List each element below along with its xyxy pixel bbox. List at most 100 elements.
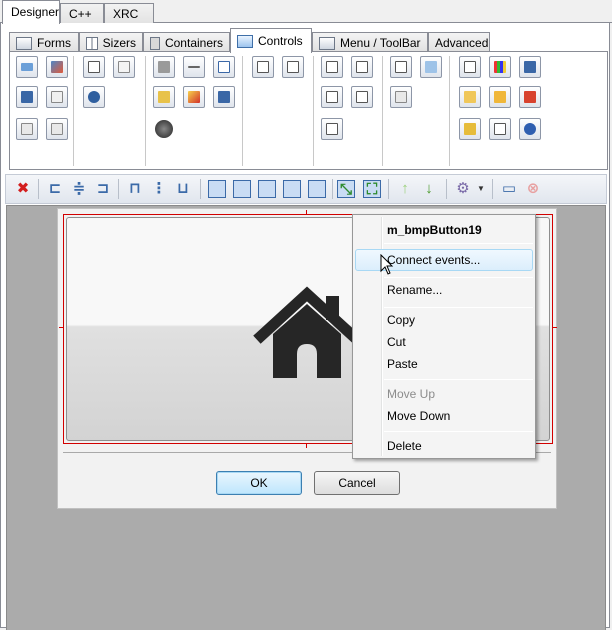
selection-mark	[59, 327, 64, 328]
align-right-icon[interactable]: ⊐	[94, 180, 112, 198]
menu-item-delete[interactable]: Delete	[387, 437, 422, 455]
radio-button-icon[interactable]	[83, 86, 105, 108]
toolbar-separator	[446, 179, 447, 199]
tab-menu-toolbar[interactable]: Menu / ToolBar	[312, 32, 428, 52]
static-bitmap-icon[interactable]	[183, 86, 205, 108]
menu-item-paste[interactable]: Paste	[387, 355, 418, 373]
static-text-abc-icon[interactable]	[16, 86, 38, 108]
palette-group-listboxes	[315, 56, 383, 166]
slider-icon[interactable]	[420, 56, 442, 78]
menu-separator	[384, 431, 533, 432]
animation-control-icon[interactable]	[153, 118, 175, 140]
ok-button[interactable]: OK	[216, 471, 302, 495]
generic-control-icon[interactable]	[489, 118, 511, 140]
align-top-icon[interactable]: ⊓	[126, 180, 144, 198]
check-list-box-icon[interactable]	[351, 56, 373, 78]
border-all-icon[interactable]	[208, 180, 226, 198]
menu-item-copy[interactable]: Copy	[387, 311, 415, 329]
file-picker-icon[interactable]	[459, 86, 481, 108]
gauge-icon[interactable]	[390, 56, 412, 78]
scroll-bar-icon[interactable]	[390, 86, 412, 108]
designer-toolbar: ✖ ⊏ ≑ ⊐ ⊓ ⋮ ⊔ ⤡ ⛶ ↑ ↓ ⚙ ▼ ▭ ⊗	[5, 174, 607, 204]
containers-icon	[150, 37, 160, 50]
palette-tab-bar: Forms Sizers Containers Controls Menu / …	[9, 28, 609, 53]
calendar-control-icon[interactable]	[459, 118, 481, 140]
spin-button-icon[interactable]	[16, 118, 38, 140]
static-text-icon[interactable]	[153, 56, 175, 78]
home-icon	[253, 286, 361, 378]
static-line-icon[interactable]	[183, 56, 205, 78]
dir-picker-icon[interactable]	[489, 86, 511, 108]
list-box-icon[interactable]	[321, 56, 343, 78]
expand-icon[interactable]: ⤡	[337, 180, 355, 198]
button-control-icon[interactable]	[16, 56, 38, 78]
palette-group-pickers	[451, 56, 605, 166]
tab-xrc[interactable]: XRC	[104, 3, 154, 23]
tab-cpp[interactable]: C++	[60, 3, 104, 23]
delete-icon[interactable]: ✖	[14, 180, 32, 198]
radio-box-icon[interactable]	[113, 56, 135, 78]
menu-item-cut[interactable]: Cut	[387, 333, 406, 351]
tab-advanced[interactable]: Advanced	[428, 32, 490, 52]
search-control-icon[interactable]	[459, 56, 481, 78]
toggle-button-icon[interactable]	[46, 86, 68, 108]
tab-sizers[interactable]: Sizers	[79, 32, 143, 52]
border-right-icon[interactable]	[283, 180, 301, 198]
tab-controls[interactable]: Controls	[230, 28, 312, 53]
checkbox-control-icon[interactable]	[83, 56, 105, 78]
color-picker-icon[interactable]	[489, 56, 511, 78]
forms-icon	[16, 37, 32, 50]
data-view-icon[interactable]	[321, 118, 343, 140]
rich-text-icon[interactable]	[153, 86, 175, 108]
cancel-button[interactable]: Cancel	[314, 471, 400, 495]
tree-control-icon[interactable]	[351, 86, 373, 108]
align-center-horizontal-icon[interactable]: ≑	[70, 180, 88, 198]
gear-icon[interactable]: ⚙	[454, 180, 472, 198]
mouse-cursor-icon	[380, 254, 394, 275]
palette-group-ranges	[384, 56, 450, 166]
toolbar-separator	[332, 179, 333, 199]
controls-icon	[237, 35, 253, 48]
border-bottom-icon[interactable]	[308, 180, 326, 198]
align-center-vertical-icon[interactable]: ⋮	[150, 180, 168, 198]
menu-item-move-up[interactable]: Move Up	[387, 385, 435, 403]
choice-control-icon[interactable]	[252, 56, 274, 78]
help-button-icon[interactable]	[519, 118, 541, 140]
palette-group-text	[147, 56, 243, 166]
toolbar-separator	[200, 179, 201, 199]
date-picker-icon[interactable]	[519, 86, 541, 108]
align-left-icon[interactable]: ⊏	[46, 180, 64, 198]
menu-item-rename[interactable]: Rename...	[387, 281, 442, 299]
sizers-icon	[86, 37, 98, 50]
tab-designer[interactable]: Designer	[2, 0, 60, 24]
menu-separator	[384, 307, 533, 308]
toolbar-separator	[118, 179, 119, 199]
menu-item-move-down[interactable]: Move Down	[387, 407, 450, 425]
menu-item-connect-events[interactable]: Connect events...	[387, 251, 480, 269]
tab-forms[interactable]: Forms	[9, 32, 79, 52]
border-top-icon[interactable]	[258, 180, 276, 198]
close-preview-icon[interactable]: ⊗	[524, 180, 542, 198]
text-control-icon[interactable]	[213, 56, 235, 78]
selection-mark	[552, 327, 557, 328]
toolbar-separator	[492, 179, 493, 199]
toolbar-separator	[388, 179, 389, 199]
menu-separator	[384, 277, 533, 278]
stretch-icon[interactable]: ⛶	[363, 180, 381, 198]
move-down-icon[interactable]: ↓	[420, 180, 438, 198]
list-control-icon[interactable]	[321, 86, 343, 108]
tab-containers[interactable]: Containers	[143, 32, 230, 52]
align-bottom-icon[interactable]: ⊔	[174, 180, 192, 198]
selection-mark	[306, 443, 307, 448]
move-up-icon[interactable]: ↑	[396, 180, 414, 198]
dropdown-arrow-icon[interactable]: ▼	[472, 180, 490, 198]
html-window-icon[interactable]	[213, 86, 235, 108]
menu-separator	[384, 379, 533, 380]
border-left-icon[interactable]	[233, 180, 251, 198]
menu-title: m_bmpButton19	[387, 223, 482, 237]
preview-icon[interactable]: ▭	[500, 180, 518, 198]
font-picker-icon[interactable]	[519, 56, 541, 78]
combo-box-icon[interactable]	[282, 56, 304, 78]
spin-control-icon[interactable]	[46, 118, 68, 140]
bitmap-button-control-icon[interactable]	[46, 56, 68, 78]
